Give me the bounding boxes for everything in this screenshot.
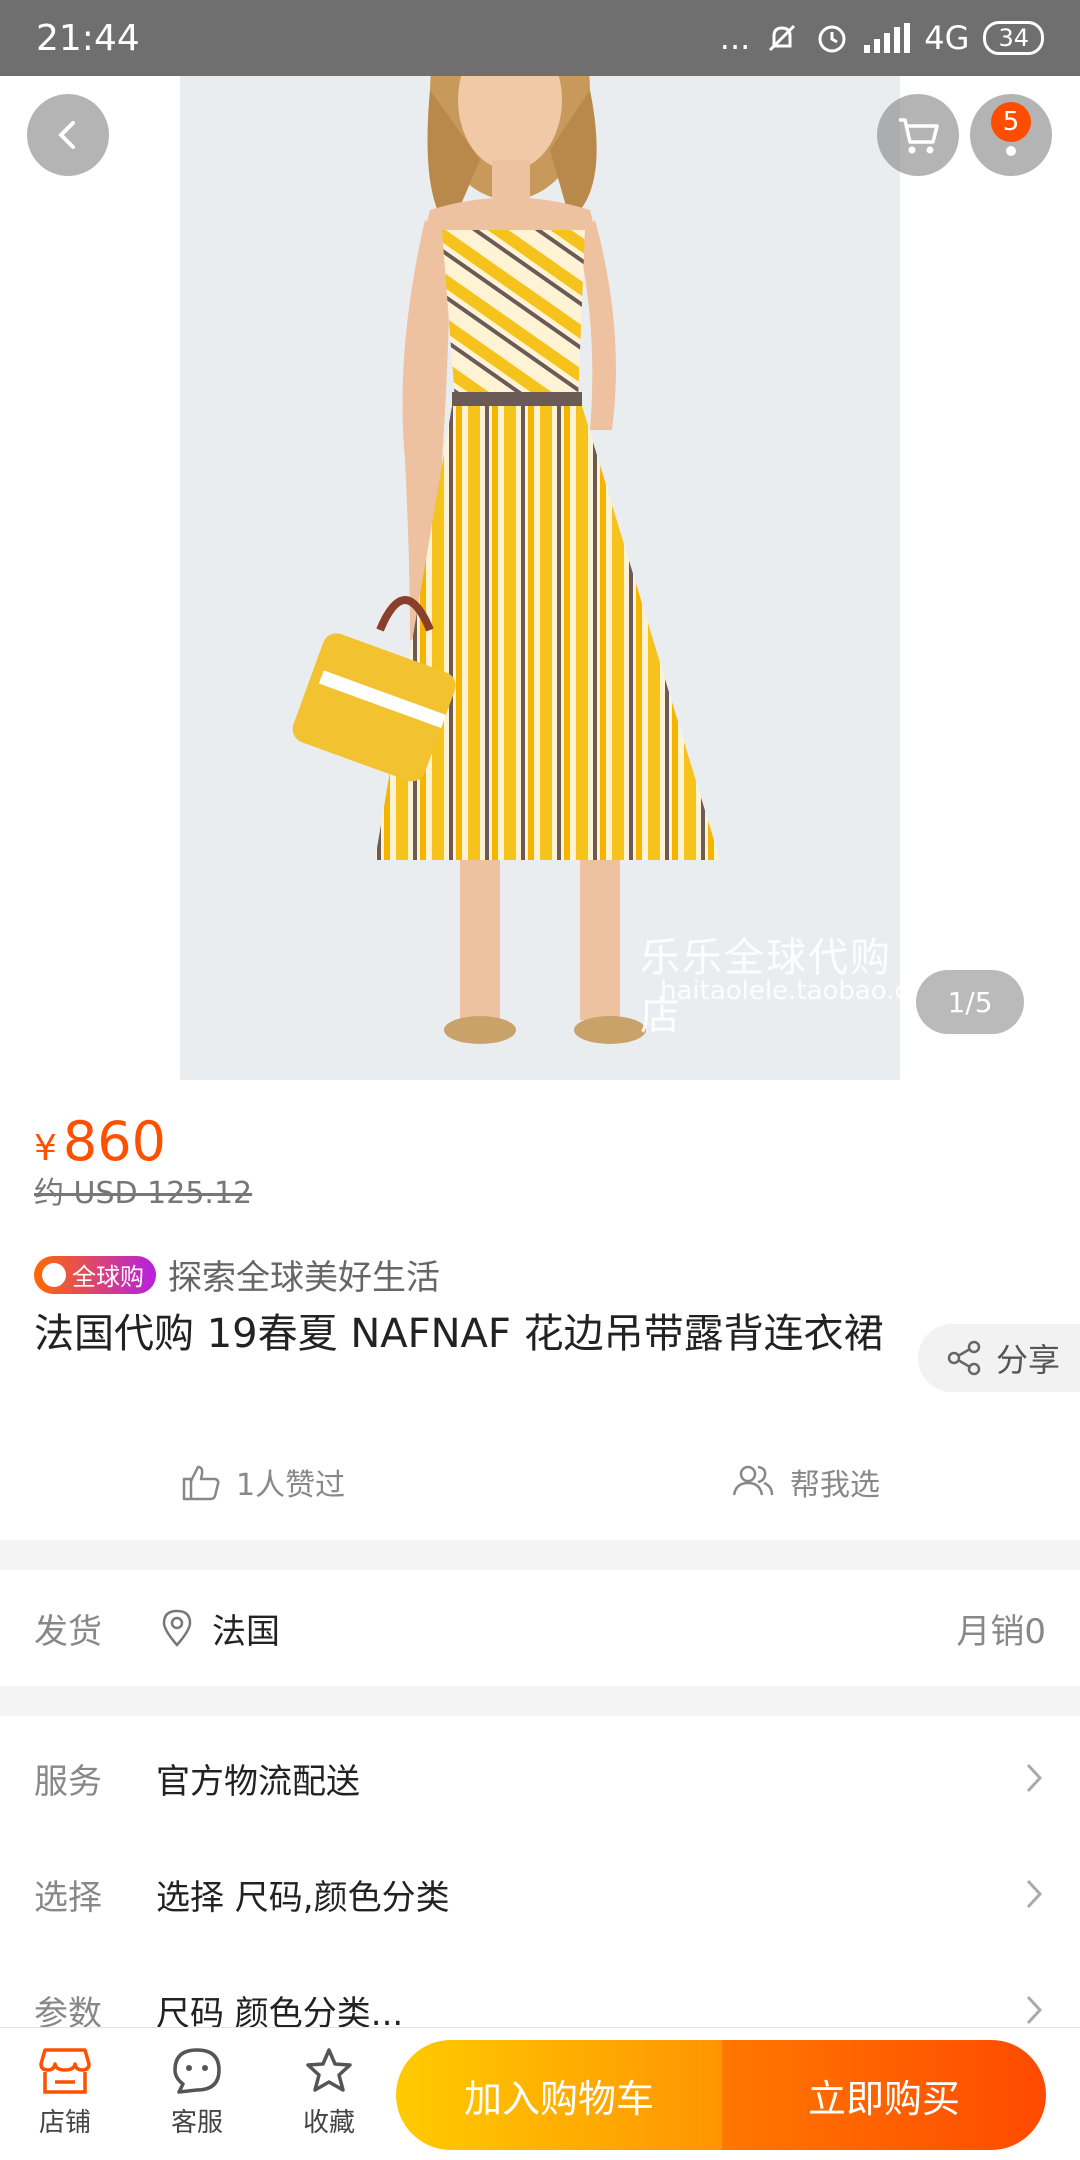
chevron-right-icon [1026,1995,1043,2025]
share-icon [947,1340,981,1376]
section-divider [0,1686,1080,1716]
dress-model-illustration [180,0,900,1080]
network-type: 4G [924,19,970,57]
section-divider [0,1540,1080,1570]
help-choose-label: 帮我选 [790,1468,880,1503]
help-choose-button[interactable]: 帮我选 [730,1460,880,1504]
share-label: 分享 [996,1341,1061,1379]
price-currency: ¥ [34,1128,57,1169]
like-count: 1人赞过 [236,1468,346,1503]
chevron-right-icon [1026,1763,1043,1793]
monthly-sales: 月销0 [956,1611,1046,1652]
global-tag-slogan: 探索全球美好生活 [168,1258,440,1298]
service-value: 官方物流配送 [156,1761,360,1802]
buy-now-button[interactable]: 立即购买 [722,2040,1046,2150]
chat-icon [173,2048,221,2094]
share-button[interactable]: 分享 [918,1324,1080,1392]
mute-icon [769,24,796,52]
star-icon [306,2048,352,2092]
shipping-row: 发货 法国 月销0 [0,1570,1080,1686]
global-tag-row: 全球购 探索全球美好生活 [34,1250,440,1299]
photo-pager: 1/5 [916,970,1024,1034]
price-value: 860 [62,1110,166,1173]
customer-service-button[interactable]: 客服 [142,2046,252,2139]
shop-label: 店铺 [38,2108,91,2138]
customer-service-label: 客服 [170,2108,223,2138]
status-icons: ... 4G 34 [720,19,1044,57]
product-title: 法国代购 19春夏 NAFNAF 花边吊带露背连衣裙 [34,1311,884,1357]
location-pin-icon [162,1609,192,1647]
chevron-left-icon [58,121,75,149]
product-photo[interactable]: 乐乐全球代购店 haitaolele.taobao.com [180,0,900,1080]
service-label: 服务 [34,1761,102,1802]
price-usd: 约 USD 125.12 [34,1176,253,1211]
cart-button[interactable] [877,94,959,176]
price: ¥ 860 [34,1110,166,1173]
signal-icon [864,23,911,53]
favorite-button[interactable]: 收藏 [274,2046,384,2139]
select-value: 选择 尺码,颜色分类 [156,1877,450,1918]
shipping-label: 发货 [34,1611,102,1652]
more-menu-button[interactable]: 5 [970,94,1052,176]
shipping-location-text: 法国 [212,1611,280,1652]
select-label: 选择 [34,1877,102,1918]
people-icon [732,1465,774,1496]
battery-icon: 34 [983,21,1044,55]
cart-count-badge: 5 [991,102,1031,142]
status-time: 21:44 [36,17,140,59]
more-notifications-icon: ... [719,19,751,57]
like-button[interactable]: 1人赞过 [180,1460,345,1504]
global-buy-label: 全球购 [72,1263,144,1291]
thumbs-up-icon [182,1465,220,1501]
favorite-label: 收藏 [302,2108,355,2138]
status-bar: 21:44 ... 4G 34 [0,0,1080,76]
back-button[interactable] [27,94,109,176]
bottom-action-bar: 店铺 客服 收藏 加入购物车 立即购买 [0,2027,1080,2160]
add-to-cart-button[interactable]: 加入购物车 [396,2040,722,2150]
select-spec-row[interactable]: 选择 选择 尺码,颜色分类 [0,1836,1080,1952]
service-row[interactable]: 服务 官方物流配送 [0,1720,1080,1836]
engagement-row: 1人赞过 帮我选 [0,1460,1080,1510]
shop-icon [39,2048,91,2094]
shop-button[interactable]: 店铺 [10,2046,120,2139]
global-buy-icon [42,1262,66,1287]
chevron-right-icon [1026,1879,1043,1909]
more-icon [1006,146,1016,156]
watermark-url: haitaolele.taobao.com [660,976,900,1006]
cart-icon [899,118,939,154]
shipping-location: 法国 [160,1604,280,1653]
alarm-icon [818,25,846,53]
global-buy-badge: 全球购 [34,1255,156,1294]
